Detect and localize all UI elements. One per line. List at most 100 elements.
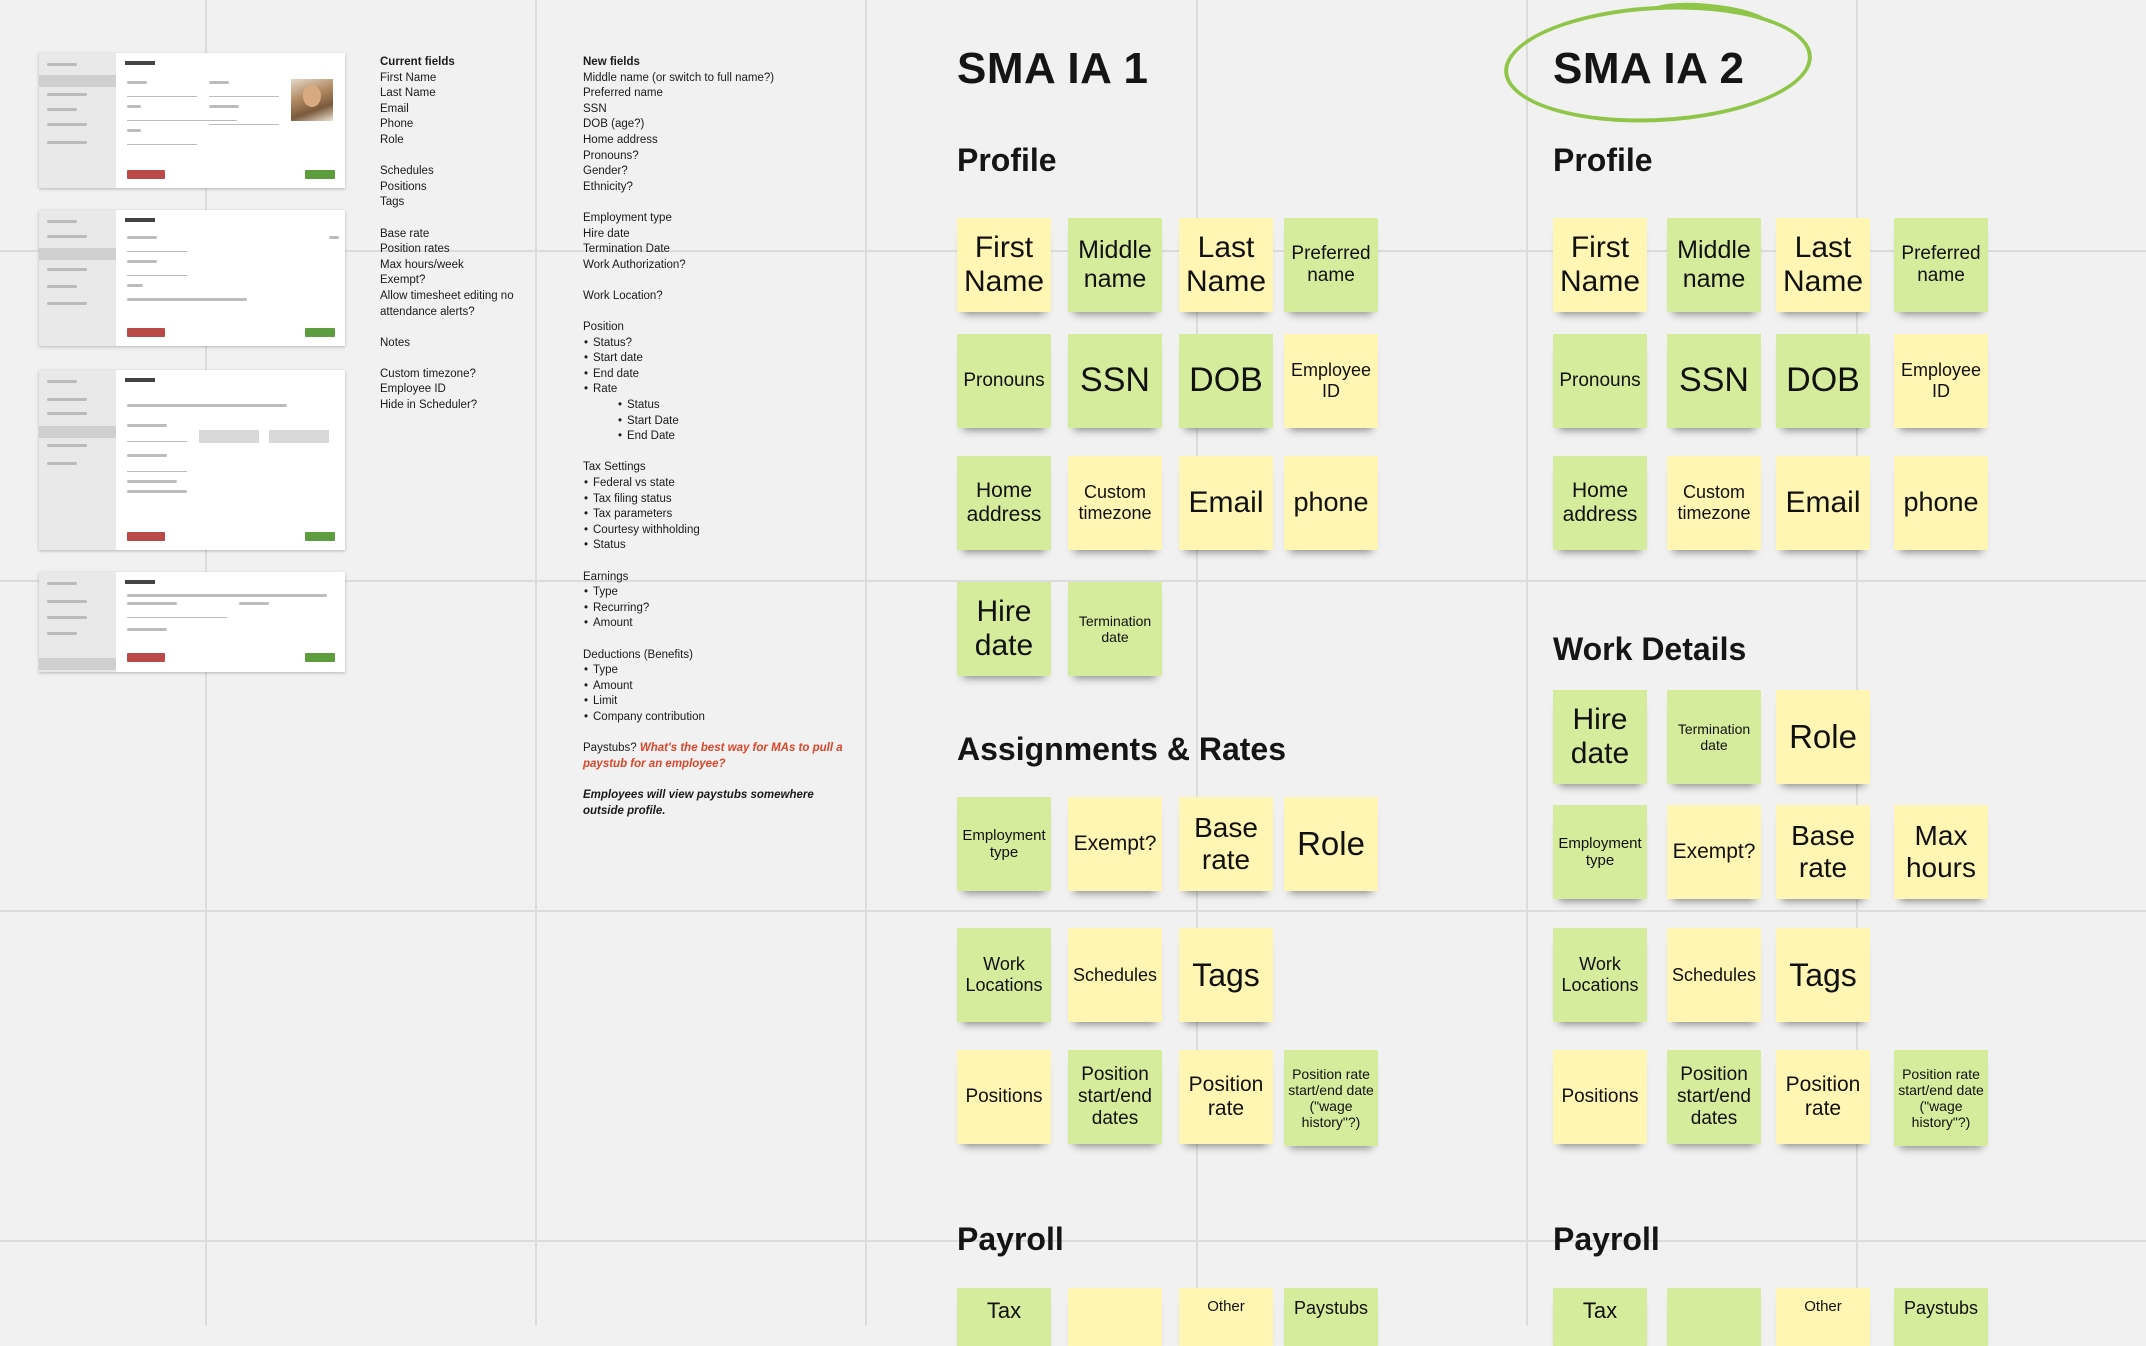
sticky-note[interactable]: Termination date: [1068, 582, 1162, 676]
new-field-item: Hire date: [583, 227, 630, 240]
grid-line: [0, 1240, 2146, 1242]
new-field-bullet: Amount: [583, 679, 848, 695]
sticky-note[interactable]: Tax: [957, 1288, 1051, 1346]
ia1-section-payroll: Payroll: [957, 1221, 1064, 1257]
sticky-note[interactable]: Email: [1776, 456, 1870, 550]
sticky-note[interactable]: Termination date: [1667, 690, 1761, 784]
sticky-note[interactable]: First Name: [957, 218, 1051, 312]
sticky-note[interactable]: Pronouns: [1553, 334, 1647, 428]
sticky-note[interactable]: phone: [1284, 456, 1378, 550]
new-field-bullet: End Date: [583, 429, 848, 445]
sticky-note[interactable]: Position rate: [1179, 1050, 1273, 1144]
sticky-note[interactable]: Schedules: [1068, 928, 1162, 1022]
sticky-note[interactable]: phone: [1894, 456, 1988, 550]
current-field-item: Phone: [380, 118, 414, 131]
sticky-note[interactable]: Last Name: [1776, 218, 1870, 312]
sticky-note[interactable]: Pronouns: [957, 334, 1051, 428]
sticky-note[interactable]: Preferred name: [1284, 218, 1378, 312]
sticky-note[interactable]: Position rate: [1776, 1050, 1870, 1144]
sticky-note[interactable]: Home address: [957, 456, 1051, 550]
sticky-note[interactable]: Max hours: [1894, 805, 1988, 899]
sticky-note[interactable]: Position start/end dates: [1068, 1050, 1162, 1144]
new-field-item: Middle name (or switch to full name?): [583, 71, 775, 84]
sticky-note[interactable]: Last Name: [1179, 218, 1273, 312]
sticky-note[interactable]: Employment type: [957, 797, 1051, 891]
new-field-bullet: Tax filing status: [583, 492, 848, 508]
sticky-note[interactable]: SSN: [1068, 334, 1162, 428]
sticky-note[interactable]: Position rate start/end date ("wage hist…: [1894, 1050, 1988, 1146]
new-field-bullet: Amount: [583, 616, 848, 632]
current-field-item: Last Name: [380, 87, 436, 100]
ia2-section-work-details: Work Details: [1553, 631, 1747, 667]
new-field-item: Position: [583, 321, 624, 334]
sticky-note[interactable]: DOB: [1179, 334, 1273, 428]
sticky-note[interactable]: Employee ID: [1284, 334, 1378, 428]
new-field-item: Deductions (Benefits): [583, 648, 693, 661]
sticky-note[interactable]: Paystubs: [1894, 1288, 1988, 1346]
new-field-item: Tax Settings: [583, 461, 646, 474]
sticky-note[interactable]: SSN: [1667, 334, 1761, 428]
sticky-note[interactable]: Middle name: [1068, 218, 1162, 312]
new-field-bullet: Start date: [583, 351, 848, 367]
new-field-item: Pronouns?: [583, 149, 639, 162]
sticky-note[interactable]: Schedules: [1667, 928, 1761, 1022]
sticky-note[interactable]: First Name: [1553, 218, 1647, 312]
sticky-note[interactable]: Tags: [1776, 928, 1870, 1022]
paystubs-question: Paystubs? What's the best way for MAs to…: [583, 742, 843, 770]
sticky-note[interactable]: Hire date: [1553, 690, 1647, 784]
sticky-note[interactable]: Exempt?: [1667, 805, 1761, 899]
current-field-item: Email: [380, 102, 409, 115]
ia1-section-assignments-rates: Assignments & Rates: [957, 731, 1286, 767]
sticky-note[interactable]: Tax: [1553, 1288, 1647, 1346]
sticky-note[interactable]: Home address: [1553, 456, 1647, 550]
current-field-item: Custom timezone?: [380, 367, 476, 380]
sticky-note[interactable]: Other: [1179, 1288, 1273, 1346]
current-field-item: Employee ID: [380, 383, 446, 396]
new-field-item: Ethnicity?: [583, 180, 633, 193]
new-fields-title: New fields: [583, 56, 640, 68]
sticky-note[interactable]: Positions: [957, 1050, 1051, 1144]
sticky-note[interactable]: [1667, 1288, 1761, 1346]
profile-form-thumbnail[interactable]: [39, 53, 345, 188]
new-field-bullet: Start Date: [583, 414, 848, 430]
sticky-note[interactable]: Employee ID: [1894, 334, 1988, 428]
sticky-note[interactable]: Employment type: [1553, 805, 1647, 899]
sticky-note[interactable]: Custom timezone: [1667, 456, 1761, 550]
new-field-bullet: Tax parameters: [583, 507, 848, 523]
sticky-note[interactable]: [1068, 1288, 1162, 1346]
sticky-note[interactable]: Position rate start/end date ("wage hist…: [1284, 1050, 1378, 1146]
sticky-note[interactable]: Exempt?: [1068, 797, 1162, 891]
current-field-item: Notes: [380, 336, 411, 349]
sticky-note[interactable]: Hire date: [957, 582, 1051, 676]
new-field-bullet: Status: [583, 538, 848, 554]
grid-line: [865, 0, 867, 1326]
sticky-note[interactable]: Position start/end dates: [1667, 1050, 1761, 1144]
rate-form-thumbnail[interactable]: [39, 370, 345, 550]
tags-form-thumbnail[interactable]: [39, 572, 345, 672]
sticky-note[interactable]: Tags: [1179, 928, 1273, 1022]
position-form-thumbnail[interactable]: [39, 210, 345, 346]
sticky-note[interactable]: Other: [1776, 1288, 1870, 1346]
sticky-note[interactable]: Base rate: [1776, 805, 1870, 899]
new-field-bullet: Rate: [583, 382, 848, 398]
new-field-bullet: Type: [583, 585, 848, 601]
sticky-note[interactable]: Positions: [1553, 1050, 1647, 1144]
sticky-note[interactable]: Preferred name: [1894, 218, 1988, 312]
sticky-note[interactable]: Email: [1179, 456, 1273, 550]
ia1-section-profile: Profile: [957, 142, 1057, 178]
new-field-bullet: Type: [583, 663, 848, 679]
sticky-note[interactable]: DOB: [1776, 334, 1870, 428]
sticky-note[interactable]: Base rate: [1179, 797, 1273, 891]
sticky-note[interactable]: Role: [1284, 797, 1378, 891]
sticky-note[interactable]: Role: [1776, 690, 1870, 784]
sticky-note[interactable]: Paystubs: [1284, 1288, 1378, 1346]
sticky-note[interactable]: Middle name: [1667, 218, 1761, 312]
new-field-item: Gender?: [583, 165, 628, 178]
sticky-note[interactable]: Work Locations: [1553, 928, 1647, 1022]
sticky-note[interactable]: Work Locations: [957, 928, 1051, 1022]
sticky-note[interactable]: Custom timezone: [1068, 456, 1162, 550]
